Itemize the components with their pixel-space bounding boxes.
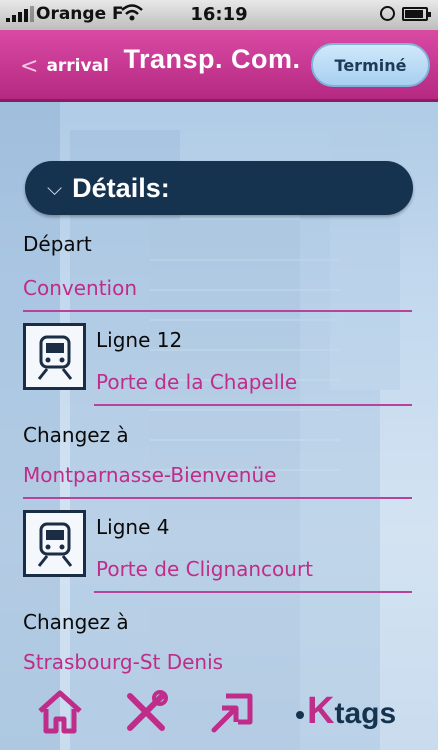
metro-train-icon — [23, 323, 86, 390]
alarm-clock-icon — [380, 6, 395, 21]
metro-line-label: Ligne 12 — [96, 328, 183, 352]
change-label: Changez à — [23, 610, 129, 634]
logo-k: K — [307, 690, 335, 732]
change-label: Changez à — [23, 423, 129, 447]
home-icon — [38, 690, 82, 734]
status-bar: Orange F 16:19 — [0, 0, 438, 30]
back-button[interactable]: < arrival — [12, 48, 119, 84]
logo-dot — [296, 711, 304, 719]
divider — [94, 591, 412, 593]
metro-line-label: Ligne 4 — [96, 515, 170, 539]
divider — [94, 404, 412, 406]
share-button[interactable] — [206, 684, 258, 740]
page-title: Transp. Com. — [123, 44, 301, 74]
divider — [23, 497, 412, 499]
bottom-toolbar: K tags — [0, 670, 438, 750]
ktags-logo: K tags — [296, 692, 396, 730]
chevron-left-icon: < — [20, 53, 39, 79]
share-icon — [211, 693, 253, 733]
departure-station: Convention — [23, 276, 138, 300]
battery-icon — [402, 7, 431, 21]
status-time: 16:19 — [190, 4, 248, 25]
metro-line-direction: Porte de la Chapelle — [96, 370, 298, 394]
change-station: Montparnasse-Bienvenüe — [23, 463, 277, 487]
logo-tags: tags — [334, 697, 397, 730]
back-button-label: arrival — [46, 56, 109, 76]
done-button[interactable]: Terminé — [311, 43, 430, 87]
details-header-label: Détails: — [72, 172, 170, 203]
chevron-down-icon: ⌵ — [47, 176, 63, 200]
tools-icon — [127, 690, 168, 731]
home-button[interactable] — [34, 684, 86, 740]
metro-train-icon — [23, 510, 86, 577]
navigation-bar: < arrival Transp. Com. Terminé — [0, 30, 438, 102]
details-section-header[interactable]: ⌵ Détails: — [25, 161, 413, 215]
divider — [23, 310, 412, 312]
departure-label: Départ — [23, 232, 92, 256]
app-screen: < arrival Transp. Com. Terminé ⌵ Détails… — [0, 30, 438, 750]
settings-button[interactable] — [120, 684, 172, 740]
metro-line-direction: Porte de Clignancourt — [96, 557, 314, 581]
